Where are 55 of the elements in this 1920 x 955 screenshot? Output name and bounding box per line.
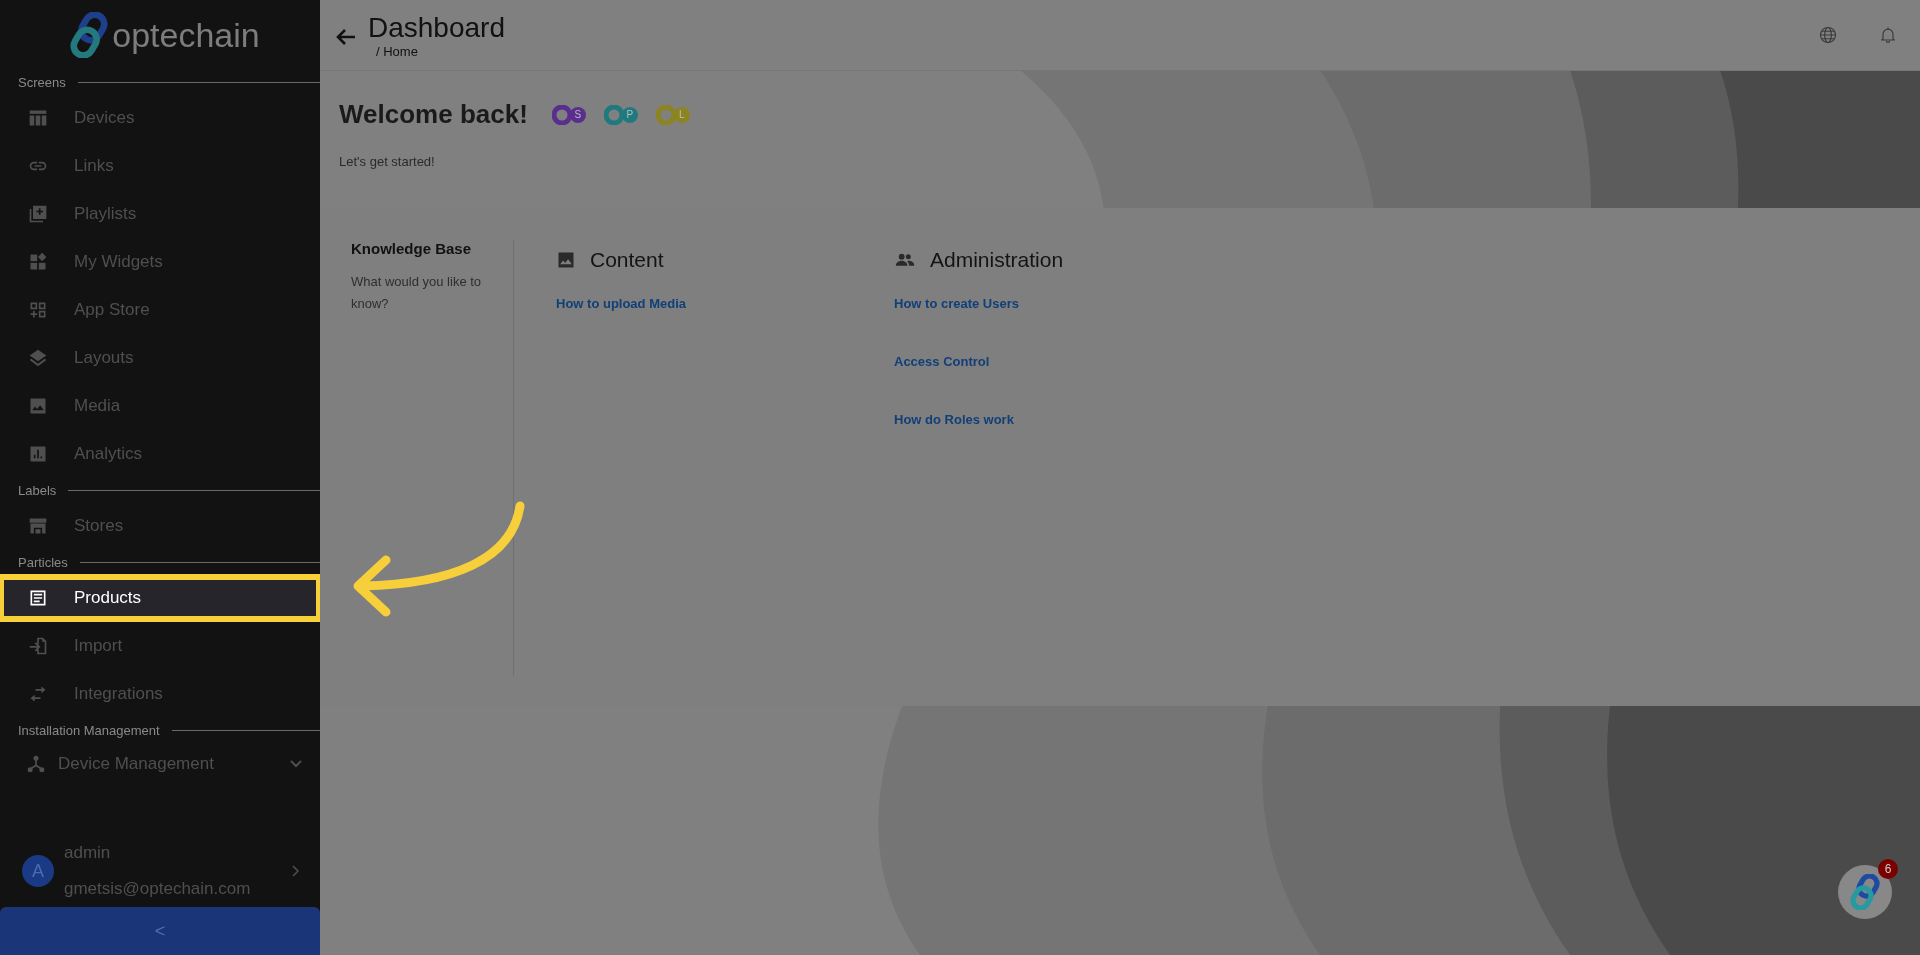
swap-arrows-icon [28,684,48,704]
section-heading: Particles [18,554,68,570]
section-heading: Screens [18,74,66,90]
nav-item[interactable]: Playlists [4,196,316,232]
nav-item[interactable]: Import [4,628,316,664]
widgets-icon [28,252,48,272]
column-heading: Administration [930,248,1064,272]
section-heading: Installation Management [18,722,160,738]
grid-plus-icon [28,300,48,320]
help-link[interactable]: How to create Users [894,296,1232,311]
nav-item[interactable]: Analytics [4,436,316,472]
image-icon [556,250,576,270]
table-icon [28,108,48,128]
nav-item[interactable]: Layouts [4,340,316,376]
logo-wordmark: optechain [112,15,260,55]
nav-item[interactable]: Stores [4,508,316,544]
nav-item[interactable]: Devices [4,100,316,136]
user-email: gmetsis@optechain.com [64,879,252,899]
chevron-icon [290,760,302,768]
chain-link-icon [1850,874,1880,910]
collapse-sidebar-button[interactable]: < [0,907,320,955]
section-heading: Labels [18,482,57,498]
nav-item[interactable]: App Store [4,292,316,328]
layers-icon [28,348,48,368]
store-icon [28,516,48,536]
globe-icon[interactable] [1818,25,1838,45]
app-badge[interactable]: S [551,101,594,128]
nav-item[interactable]: Integrations [4,676,316,712]
welcome-subtitle: Let's get started! [339,154,436,169]
app-badge[interactable]: L [655,101,698,128]
nav-item[interactable]: Products [4,580,316,616]
import-icon [28,636,48,656]
network-icon [26,754,46,774]
image-icon [28,396,48,416]
knowledge-base-title: Knowledge Base [351,240,473,257]
app-badge[interactable]: P [603,101,646,128]
welcome-heading: Welcome back! [339,99,528,130]
breadcrumb[interactable]: / Home [368,43,505,59]
user-name: admin [64,843,112,863]
help-link[interactable]: How do Roles work [894,412,1232,427]
nav-item[interactable]: Media [4,388,316,424]
bell-icon[interactable] [1878,25,1898,45]
document-icon [28,588,48,608]
page-title: Dashboard [368,11,505,44]
help-link[interactable]: Access Control [894,354,1232,369]
help-link[interactable]: How to upload Media [556,296,894,311]
bar-chart-icon [28,444,48,464]
nav-group[interactable]: Device Management [0,742,320,786]
playlist-add-icon [28,204,48,224]
nav-item[interactable]: My Widgets [4,244,316,280]
nav-item[interactable]: Links [4,148,316,184]
column-heading: Content [590,248,664,272]
chain-link-icon [70,12,109,58]
chevron-right-icon [292,865,300,877]
knowledge-base-text: What would you like to know? [351,273,483,313]
